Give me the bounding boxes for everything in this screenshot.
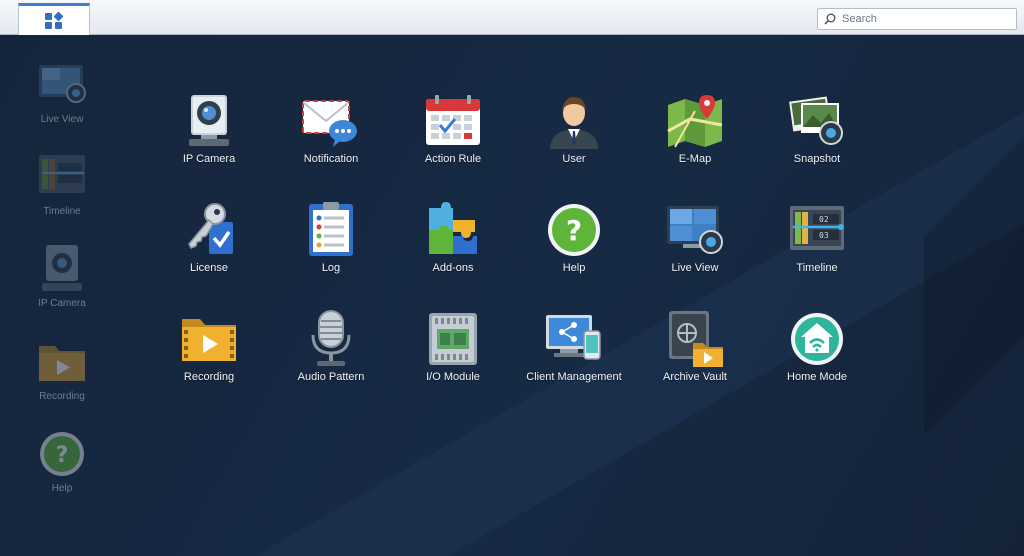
app-label: License: [190, 262, 228, 274]
app-notification[interactable]: Notification: [276, 91, 386, 165]
app-license[interactable]: License: [154, 200, 264, 274]
app-audio-pattern[interactable]: Audio Pattern: [276, 309, 386, 383]
timeline-label-03: 03: [819, 231, 829, 240]
recording-icon: [36, 336, 88, 388]
live-view-icon: [665, 200, 725, 260]
desktop-wallpaper-stripe: [924, 35, 1024, 556]
recording-icon: [179, 309, 239, 369]
timeline-label-02: 02: [819, 215, 829, 224]
ip-camera-icon: [179, 91, 239, 151]
app-live-view[interactable]: Live View: [640, 200, 750, 274]
svg-text:?: ?: [56, 443, 69, 468]
search-icon: [824, 13, 836, 25]
main-menu-button[interactable]: [18, 3, 90, 35]
search-box[interactable]: [817, 8, 1017, 30]
app-label: Log: [321, 262, 341, 274]
timeline-icon: 02 03: [787, 200, 847, 260]
ip-camera-icon: [36, 243, 88, 295]
app-e-map[interactable]: E-Map: [640, 91, 750, 165]
app-label: Timeline: [796, 262, 838, 274]
taskbar: [0, 0, 1024, 35]
user-icon: [544, 91, 604, 151]
home-mode-icon: [787, 309, 847, 369]
app-label: Recording: [183, 371, 235, 383]
audio-pattern-icon: [301, 309, 361, 369]
shortcut-label: Recording: [39, 391, 85, 402]
app-action-rule[interactable]: Action Rule: [398, 91, 508, 165]
desktop-shortcut-ip-camera[interactable]: IP Camera: [22, 243, 102, 309]
e-map-icon: [665, 91, 725, 151]
shortcut-label: IP Camera: [38, 298, 86, 309]
app-label: I/O Module: [426, 371, 480, 383]
help-icon: ?: [36, 428, 88, 480]
app-label: Client Management: [526, 371, 622, 383]
timeline-icon: [36, 151, 88, 203]
app-timeline[interactable]: 02 03 Timeline: [762, 200, 872, 274]
desktop-shortcut-timeline[interactable]: Timeline: [22, 151, 102, 217]
client-management-icon: [544, 309, 604, 369]
archive-vault-icon: [665, 309, 725, 369]
app-label: Live View: [671, 262, 719, 274]
snapshot-icon: [787, 91, 847, 151]
license-icon: [179, 200, 239, 260]
notification-icon: [301, 91, 361, 151]
app-label: Archive Vault: [663, 371, 727, 383]
app-label: Audio Pattern: [297, 371, 365, 383]
app-add-ons[interactable]: Add-ons: [398, 200, 508, 274]
search-input[interactable]: [840, 12, 1004, 26]
app-label: Home Mode: [787, 371, 847, 383]
desktop-shortcut-help[interactable]: ? Help: [22, 428, 102, 494]
io-module-icon: [423, 309, 483, 369]
desktop-shortcut-live-view[interactable]: Live View: [22, 59, 102, 125]
app-label: Action Rule: [424, 153, 482, 165]
app-user[interactable]: User: [519, 91, 629, 165]
app-label: Snapshot: [793, 153, 841, 165]
app-archive-vault[interactable]: Archive Vault: [640, 309, 750, 383]
shortcut-label: Help: [51, 483, 73, 494]
app-snapshot[interactable]: Snapshot: [762, 91, 872, 165]
desktop: Live View Timeline IP Camera Recording ?…: [0, 35, 1024, 556]
app-home-mode[interactable]: Home Mode: [762, 309, 872, 383]
add-ons-icon: [423, 200, 483, 260]
shortcut-label: Timeline: [43, 206, 81, 217]
app-help[interactable]: ? Help: [519, 200, 629, 274]
app-log[interactable]: Log: [276, 200, 386, 274]
shortcut-label: Live View: [40, 114, 84, 125]
live-view-icon: [36, 59, 88, 111]
app-label: User: [562, 153, 586, 165]
app-label: Help: [562, 262, 586, 274]
app-client-management[interactable]: Client Management: [519, 309, 629, 383]
help-icon: ?: [544, 200, 604, 260]
app-label: E-Map: [678, 153, 712, 165]
action-rule-icon: [423, 91, 483, 151]
app-io-module[interactable]: I/O Module: [398, 309, 508, 383]
app-label: Add-ons: [432, 262, 474, 274]
log-icon: [301, 200, 361, 260]
desktop-shortcut-recording[interactable]: Recording: [22, 336, 102, 402]
app-label: IP Camera: [182, 153, 236, 165]
app-label: Notification: [303, 153, 359, 165]
svg-text:?: ?: [566, 214, 582, 247]
grid-icon: [44, 11, 64, 30]
app-ip-camera[interactable]: IP Camera: [154, 91, 264, 165]
app-recording[interactable]: Recording: [154, 309, 264, 383]
